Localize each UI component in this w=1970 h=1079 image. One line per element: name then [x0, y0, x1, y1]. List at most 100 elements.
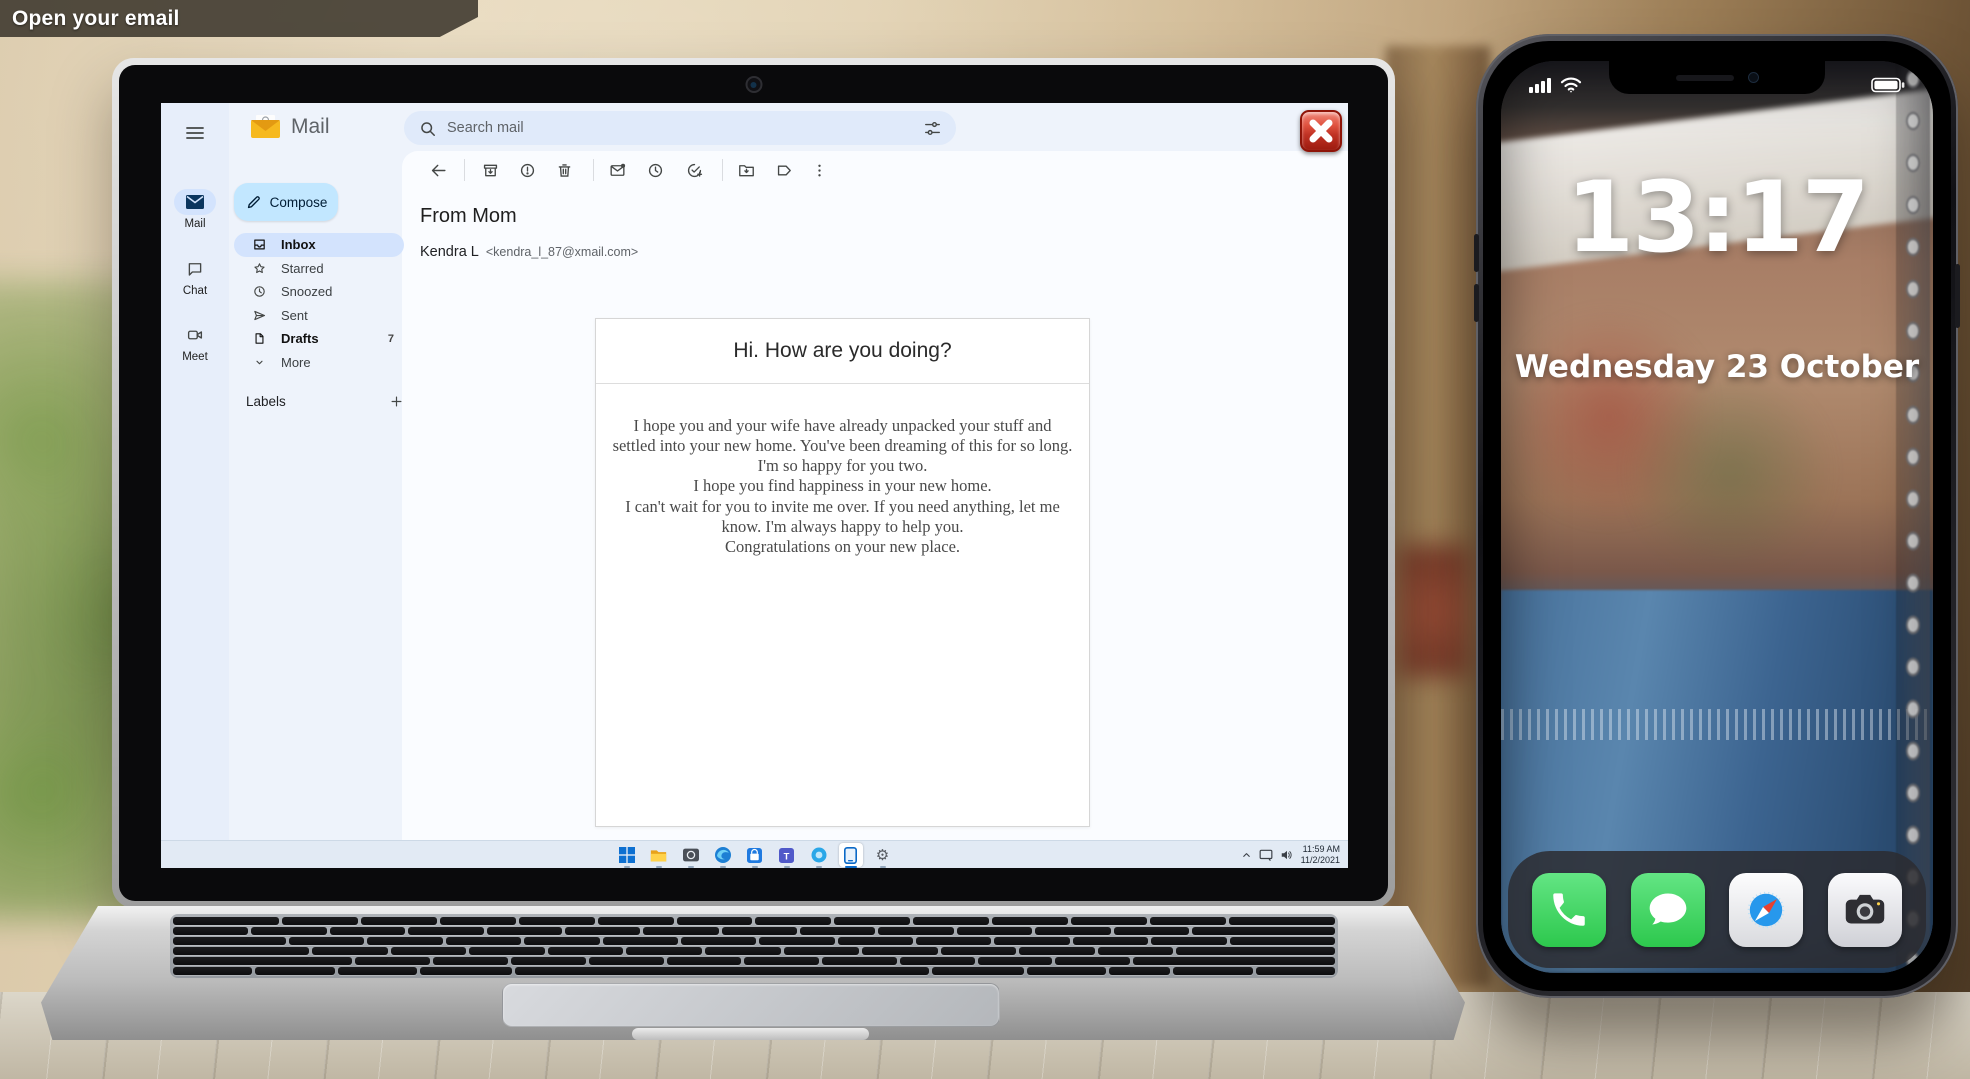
keyboard-key[interactable] — [1256, 967, 1335, 975]
folder-more[interactable]: More — [234, 351, 404, 375]
laptop-keyboard[interactable] — [170, 914, 1338, 978]
keyboard-key[interactable] — [1176, 947, 1335, 955]
keyboard-key[interactable] — [784, 947, 860, 955]
keyboard-key[interactable] — [255, 967, 334, 975]
messages-app-icon[interactable] — [1631, 873, 1705, 947]
keyboard-key[interactable] — [744, 957, 819, 965]
keyboard-key[interactable] — [722, 927, 797, 935]
keyboard-key[interactable] — [440, 917, 516, 925]
camera-app-icon[interactable] — [1828, 873, 1902, 947]
keyboard-key[interactable] — [289, 937, 364, 945]
keyboard-key[interactable] — [1027, 967, 1106, 975]
report-spam-icon[interactable] — [514, 157, 540, 183]
keyboard-key[interactable] — [251, 927, 326, 935]
power-button[interactable] — [1955, 264, 1960, 328]
more-options-icon[interactable] — [806, 157, 832, 183]
tray-chevron-icon[interactable] — [1241, 850, 1252, 861]
keyboard-key[interactable] — [1230, 937, 1336, 945]
start-button[interactable] — [615, 843, 639, 867]
sidebar-item-chat[interactable]: Chat — [161, 256, 229, 297]
keyboard-key[interactable] — [1109, 967, 1170, 975]
keyboard-key[interactable] — [822, 957, 897, 965]
keyboard-key[interactable] — [446, 937, 521, 945]
phone-lock-screen[interactable]: 13:17 Wednesday 23 October — [1501, 61, 1933, 973]
keyboard-key[interactable] — [913, 917, 989, 925]
keyboard-key[interactable] — [1071, 917, 1147, 925]
keyboard-key[interactable] — [626, 947, 702, 955]
keyboard-key[interactable] — [173, 917, 279, 925]
edge-icon[interactable] — [711, 843, 735, 867]
file-explorer-icon[interactable] — [647, 843, 671, 867]
keyboard-key[interactable] — [515, 967, 930, 975]
keyboard-key[interactable] — [391, 947, 467, 955]
keyboard-key[interactable] — [878, 927, 953, 935]
keyboard-key[interactable] — [1035, 927, 1110, 935]
keyboard-key[interactable] — [1150, 917, 1226, 925]
move-to-icon[interactable] — [733, 157, 759, 183]
keyboard-key[interactable] — [932, 967, 1024, 975]
phone-call-app-icon[interactable] — [1532, 873, 1606, 947]
trackpad[interactable] — [502, 983, 1000, 1027]
keyboard-key[interactable] — [469, 947, 545, 955]
mark-unread-icon[interactable] — [604, 157, 630, 183]
safari-app-icon[interactable] — [1729, 873, 1803, 947]
mail-brand[interactable]: Mail — [249, 114, 330, 139]
keyboard-key[interactable] — [1019, 947, 1095, 955]
keyboard-key[interactable] — [1098, 947, 1174, 955]
keyboard-key[interactable] — [1173, 967, 1252, 975]
sidebar-item-meet[interactable]: Meet — [161, 322, 229, 363]
menu-icon[interactable] — [183, 121, 207, 145]
keyboard-key[interactable] — [524, 937, 599, 945]
close-window-button[interactable] — [1300, 110, 1342, 152]
search-options-icon[interactable] — [923, 119, 942, 138]
keyboard-key[interactable] — [173, 967, 252, 975]
keyboard-key[interactable] — [511, 957, 586, 965]
keyboard-key[interactable] — [282, 917, 358, 925]
volume-down-button[interactable] — [1474, 284, 1479, 322]
keyboard-key[interactable] — [433, 957, 508, 965]
keyboard-key[interactable] — [408, 927, 483, 935]
search-input[interactable]: Search mail — [404, 111, 956, 145]
taskbar-clock[interactable]: 11:59 AM 11/2/2021 — [1301, 844, 1340, 867]
keyboard-key[interactable] — [312, 947, 388, 955]
keyboard-key[interactable] — [1114, 927, 1189, 935]
keyboard-key[interactable] — [548, 947, 624, 955]
keyboard-key[interactable] — [941, 947, 1017, 955]
keyboard-key[interactable] — [643, 927, 718, 935]
camera-app-icon[interactable] — [679, 843, 703, 867]
keyboard-key[interactable] — [598, 917, 674, 925]
keyboard-key[interactable] — [681, 937, 756, 945]
keyboard-key[interactable] — [992, 917, 1068, 925]
folder-starred[interactable]: Starred — [234, 257, 404, 281]
mail-app-taskbar-icon[interactable] — [839, 843, 863, 867]
keyboard-key[interactable] — [1192, 927, 1335, 935]
add-label-icon[interactable] — [389, 394, 404, 409]
folder-drafts[interactable]: Drafts 7 — [234, 327, 404, 351]
keyboard-key[interactable] — [1073, 937, 1148, 945]
folder-inbox[interactable]: Inbox — [234, 233, 404, 257]
settings-icon[interactable]: ⚙ — [871, 843, 895, 867]
keyboard-key[interactable] — [361, 917, 437, 925]
keyboard-key[interactable] — [1133, 957, 1335, 965]
keyboard-key[interactable] — [330, 927, 405, 935]
keyboard-key[interactable] — [957, 927, 1032, 935]
archive-icon[interactable] — [477, 157, 503, 183]
keyboard-key[interactable] — [420, 967, 512, 975]
keyboard-key[interactable] — [565, 927, 640, 935]
keyboard-key[interactable] — [800, 927, 875, 935]
keyboard-key[interactable] — [1151, 937, 1226, 945]
keyboard-key[interactable] — [367, 937, 442, 945]
keyboard-key[interactable] — [759, 937, 834, 945]
tray-device-icon[interactable] — [1259, 849, 1273, 861]
keyboard-key[interactable] — [862, 947, 938, 955]
photos-icon[interactable] — [807, 843, 831, 867]
keyboard-key[interactable] — [487, 927, 562, 935]
volume-up-button[interactable] — [1474, 234, 1479, 272]
keyboard-key[interactable] — [705, 947, 781, 955]
store-icon[interactable] — [743, 843, 767, 867]
keyboard-key[interactable] — [834, 917, 910, 925]
compose-button[interactable]: Compose — [234, 183, 338, 221]
tray-volume-icon[interactable] — [1280, 849, 1294, 861]
keyboard-key[interactable] — [173, 957, 352, 965]
keyboard-key[interactable] — [338, 967, 417, 975]
